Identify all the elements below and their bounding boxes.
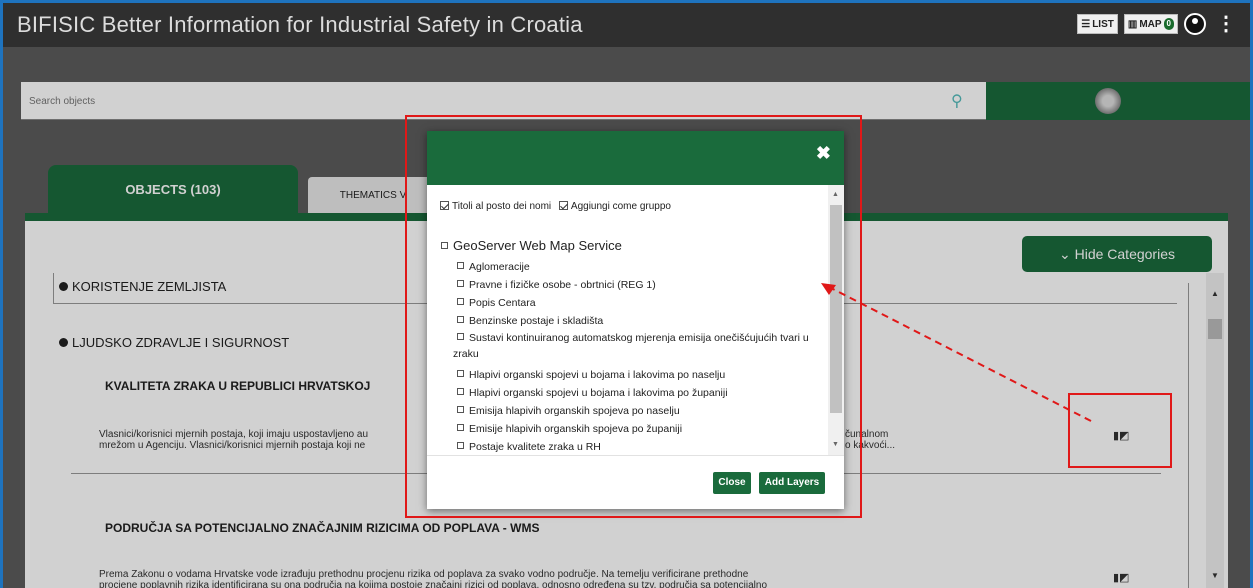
- user-account-icon[interactable]: [1184, 13, 1206, 35]
- highlight-box-map-icon: [1068, 393, 1172, 468]
- app-frame: BIFISIC Better Information for Industria…: [0, 0, 1253, 588]
- map-view-button[interactable]: ▥ MAP 0: [1123, 14, 1178, 34]
- top-bar: BIFISIC Better Information for Industria…: [3, 3, 1250, 47]
- highlight-box-dialog: [405, 115, 862, 518]
- list-icon: ☰: [1081, 18, 1091, 30]
- list-view-button[interactable]: ☰ LIST: [1077, 14, 1118, 34]
- list-label: LIST: [1092, 18, 1114, 30]
- map-label: MAP: [1139, 18, 1162, 30]
- map-icon: ▥: [1127, 18, 1138, 30]
- app-title: BIFISIC Better Information for Industria…: [17, 12, 583, 37]
- more-menu-icon[interactable]: ⋮: [1212, 14, 1240, 34]
- map-count-badge: 0: [1163, 18, 1174, 30]
- top-bar-actions: ☰ LIST ▥ MAP 0 ⋮: [1077, 13, 1240, 35]
